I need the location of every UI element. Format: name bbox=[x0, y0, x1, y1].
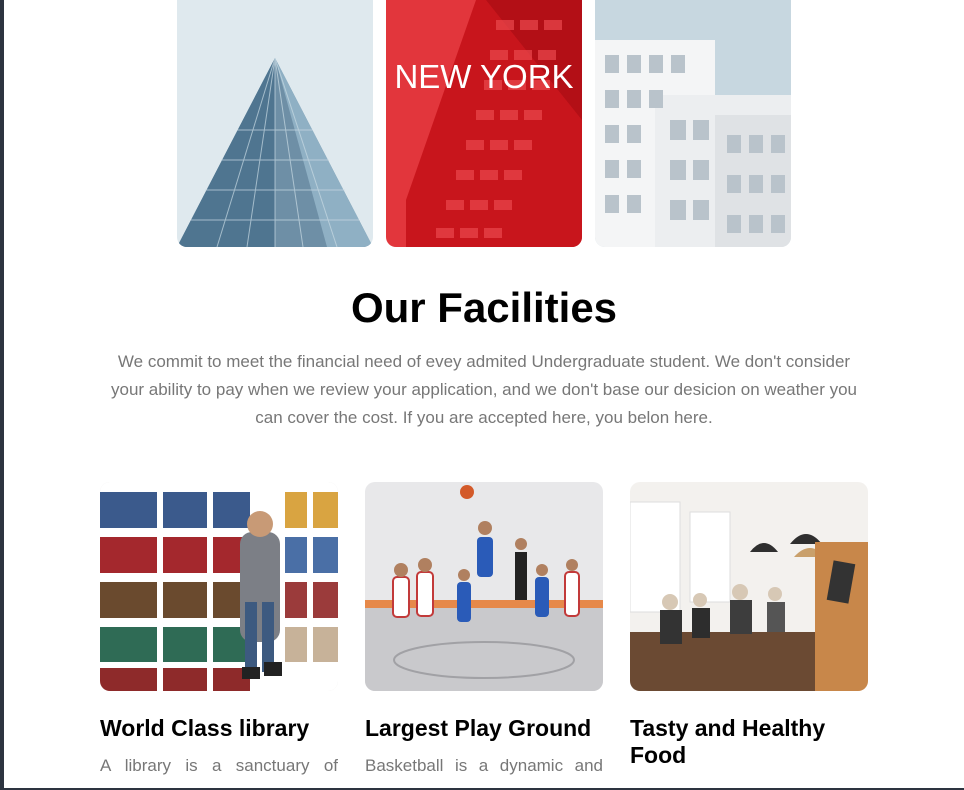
section-title: Our Facilities bbox=[350, 284, 618, 331]
facility-card-food[interactable]: Tasty and Healthy Food bbox=[630, 482, 868, 779]
skyscraper-photo-tile[interactable] bbox=[177, 0, 373, 247]
window-left-edge bbox=[0, 0, 4, 790]
card-text: Basketball is a dynamic and bbox=[365, 756, 603, 775]
card-title: Tasty and Healthy Food bbox=[630, 715, 826, 768]
basketball-image bbox=[365, 482, 603, 691]
new-york-photo-tile[interactable]: NEW YORK bbox=[386, 0, 582, 247]
skyscraper-image bbox=[177, 0, 373, 247]
white-building-image bbox=[595, 0, 791, 247]
card-title: Largest Play Ground bbox=[365, 715, 592, 741]
red-building-image bbox=[386, 0, 582, 247]
tile-label-new-york: NEW YORK bbox=[394, 58, 574, 95]
cafe-image bbox=[630, 482, 868, 691]
card-text: A library is a sanctuary of bbox=[100, 756, 338, 775]
section-intro: We commit to meet the financial need of … bbox=[110, 352, 858, 427]
library-image bbox=[100, 482, 338, 691]
modern-building-photo-tile[interactable] bbox=[595, 0, 791, 247]
facility-card-library[interactable]: World Class library A library is a sanct… bbox=[100, 482, 338, 780]
card-title: World Class library bbox=[100, 715, 310, 741]
facility-card-playground[interactable]: Largest Play Ground Basketball is a dyna… bbox=[365, 482, 603, 780]
